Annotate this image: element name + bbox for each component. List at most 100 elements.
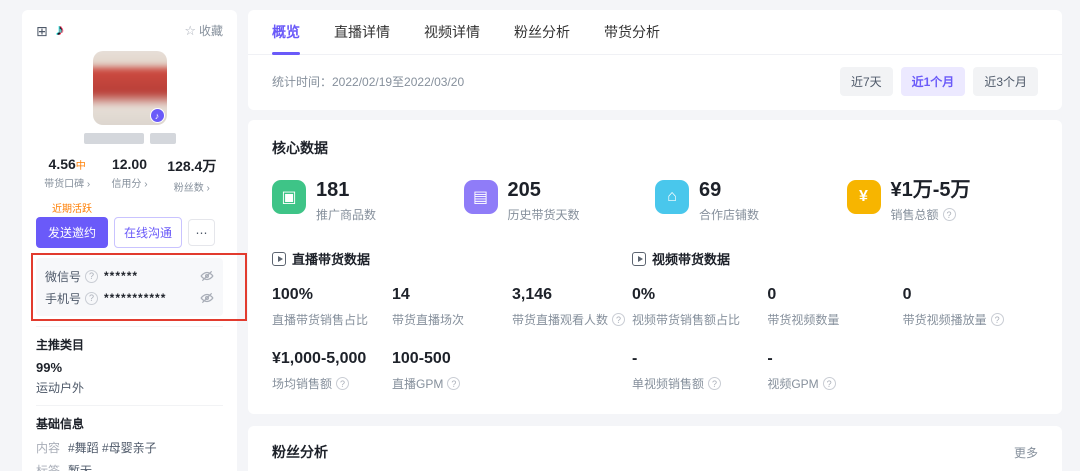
- eye-off-icon[interactable]: [200, 269, 214, 283]
- activity-badge: 近期活跃: [52, 204, 92, 215]
- reputation-grade: 中: [75, 161, 86, 172]
- censor-bar: [149, 133, 176, 144]
- info-icon[interactable]: [708, 377, 722, 390]
- live-session-count: 14 带货直播场次: [392, 286, 465, 327]
- profile-stats: 4.56中 带货口碑 › 12.00 信用分 › 128.4万 粉丝数 ›: [36, 156, 223, 194]
- basic-info-value: 暂无: [68, 463, 93, 471]
- eye-off-icon[interactable]: [200, 291, 214, 305]
- credit-label: 信用分 ›: [111, 179, 148, 190]
- core-data-card: 核心数据 181 推广商品数 205 历史带货天数: [248, 120, 1062, 414]
- time-filter-row: 统计时间：2022/02/19至2022/03/20 近7天 近1个月 近3个月: [248, 55, 1062, 110]
- credit-value: 12.00: [111, 156, 148, 172]
- metric-label: 合作店铺数: [699, 208, 760, 222]
- basic-info-section: 基础信息 内容 #舞蹈 #母婴亲子 标签 暂无 简介 好物分享在橱窗♥同款衣服在…: [36, 405, 223, 471]
- calendar-icon: [463, 180, 498, 214]
- favorite-label: 收藏: [198, 24, 223, 38]
- fans-analysis-card: 粉丝分析 更多 粉丝特征 女性居多 31-40岁居多 oppo手机居多 广东、河…: [248, 426, 1062, 471]
- online-chat-button[interactable]: 在线沟通: [114, 217, 183, 248]
- info-icon[interactable]: [990, 313, 1004, 326]
- censor-bar: [83, 133, 144, 144]
- range-7days-button[interactable]: 近7天: [839, 67, 893, 96]
- info-icon[interactable]: [336, 377, 350, 390]
- more-link[interactable]: 更多: [1014, 444, 1038, 461]
- video-commerce-section: 视频带货数据 0% 视频带货销售额占比 0 带货视频数量 0 带货视频播放量 ?…: [632, 249, 1038, 396]
- tab-video-detail[interactable]: 视频详情: [424, 10, 480, 54]
- video-gpm: - 视频GPM: [767, 350, 902, 392]
- sidebar-header: ⊞ ♪ ☆ 收藏: [36, 22, 223, 39]
- tab-bar: 概览 直播详情 视频详情 粉丝分析 带货分析: [248, 10, 1062, 55]
- phone-value: ***********: [104, 291, 167, 305]
- range-buttons: 近7天 近1个月 近3个月: [839, 67, 1038, 96]
- more-actions-button[interactable]: ⋯: [188, 219, 216, 246]
- info-icon[interactable]: [85, 269, 99, 283]
- live-viewers: 3,146 带货直播观看人数: [512, 286, 632, 328]
- metric-promoted-products: 181 推广商品数: [272, 180, 464, 223]
- metric-value: ¥1万-5万: [890, 179, 971, 201]
- reputation-label: 带货口碑 ›: [44, 179, 91, 190]
- info-icon[interactable]: [612, 313, 626, 326]
- category-percent: 99%: [36, 360, 63, 375]
- range-1month-button[interactable]: 近1个月: [900, 67, 966, 96]
- basic-info-label: 标签: [36, 463, 61, 471]
- tab-overview[interactable]: 概览: [272, 10, 300, 55]
- qr-code-icon[interactable]: ⊞: [36, 24, 48, 38]
- video-plays: 0 带货视频播放量: [903, 286, 1038, 328]
- info-icon[interactable]: [822, 377, 836, 390]
- video-play-icon: [632, 251, 647, 266]
- video-section-title: 视频带货数据: [652, 252, 731, 267]
- trade-data-grid: 直播带货数据 100% 直播带货销售占比 14 带货直播场次 3,146 带货直…: [272, 249, 1038, 396]
- basic-info-row: 标签 暂无: [36, 462, 223, 471]
- core-metrics: 181 推广商品数 205 历史带货天数 69 合作店铺数: [272, 180, 1038, 223]
- live-commerce-section: 直播带货数据 100% 直播带货销售占比 14 带货直播场次 3,146 带货直…: [272, 249, 632, 396]
- stat-reputation[interactable]: 4.56中 带货口碑 ›: [36, 156, 98, 194]
- censored-username: [36, 133, 223, 144]
- avatar[interactable]: ♪: [92, 51, 167, 125]
- phone-row: 手机号 ***********: [45, 287, 214, 309]
- contact-section: 微信号 ****** 手机号 ***********: [31, 253, 247, 321]
- metric-value: 205: [507, 179, 541, 201]
- wechat-label: 微信号: [45, 269, 82, 284]
- metric-label: 推广商品数: [316, 208, 377, 222]
- range-3months-button[interactable]: 近3个月: [973, 67, 1038, 96]
- avatar-level-badge: ♪: [149, 108, 165, 123]
- metric-label: 历史带货天数: [507, 208, 580, 222]
- star-icon: ☆: [184, 22, 196, 38]
- live-gpm: 100-500 直播GPM: [392, 350, 512, 392]
- info-icon[interactable]: [942, 208, 956, 221]
- metric-value: 69: [699, 179, 722, 201]
- tab-fans-analysis[interactable]: 粉丝分析: [514, 10, 570, 54]
- basic-info-label: 内容: [36, 441, 61, 455]
- page: ⊞ ♪ ☆ 收藏 ♪ 4.56中 带货口碑 › 12.00 信用分 › 128.…: [0, 0, 1080, 471]
- basic-info-value: #舞蹈 #母婴亲子: [68, 441, 157, 455]
- followers-value: 128.4万: [167, 158, 217, 174]
- info-icon[interactable]: [85, 291, 99, 305]
- reputation-value: 4.56: [48, 156, 76, 172]
- main-content: 概览 直播详情 视频详情 粉丝分析 带货分析 统计时间：2022/02/19至2…: [248, 10, 1062, 471]
- profile-actions: 发送邀约 在线沟通 ⋯: [36, 217, 223, 248]
- video-per-sales: - 单视频销售额: [632, 350, 767, 392]
- live-play-icon: [272, 251, 286, 266]
- douyin-logo-icon: ♪: [55, 21, 64, 39]
- influencer-profile-card: ⊞ ♪ ☆ 收藏 ♪ 4.56中 带货口碑 › 12.00 信用分 › 128.…: [22, 10, 247, 471]
- basic-info-title: 基础信息: [36, 417, 85, 431]
- followers-label: 粉丝数 ›: [173, 183, 210, 194]
- metric-total-sales: ¥1万-5万 销售总额: [846, 179, 1039, 223]
- metric-value: 181: [316, 179, 350, 201]
- stat-credit[interactable]: 12.00 信用分 ›: [98, 156, 160, 194]
- stat-followers[interactable]: 128.4万 粉丝数 ›: [161, 156, 223, 194]
- contact-panel: 微信号 ****** 手机号 ***********: [36, 258, 223, 316]
- package-icon: [272, 180, 306, 214]
- video-sales-ratio: 0% 视频带货销售额占比: [632, 286, 741, 327]
- tab-sales-analysis[interactable]: 带货分析: [604, 10, 660, 54]
- send-invite-button[interactable]: 发送邀约: [36, 217, 109, 248]
- basic-info-row: 内容 #舞蹈 #母婴亲子: [36, 439, 223, 458]
- tab-live-detail[interactable]: 直播详情: [334, 10, 390, 54]
- main-category-section: 主推类目 99% 运动户外: [36, 326, 223, 396]
- coin-icon: [846, 180, 881, 214]
- favorite-button[interactable]: ☆ 收藏: [184, 22, 223, 39]
- metric-partner-shops: 69 合作店铺数: [655, 180, 847, 223]
- stat-time-label: 统计时间：2022/02/19至2022/03/20: [272, 75, 465, 89]
- wechat-value: ******: [104, 269, 139, 283]
- category-name: 运动户外: [36, 381, 85, 395]
- info-icon[interactable]: [447, 377, 461, 390]
